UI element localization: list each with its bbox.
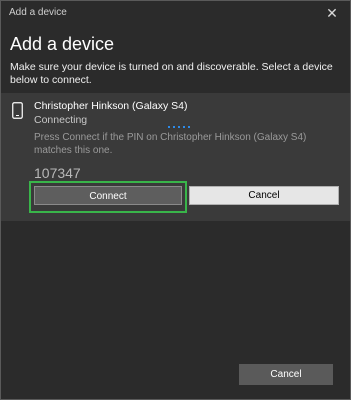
progress-dot: [188, 126, 190, 128]
device-status: Connecting: [34, 114, 88, 126]
progress-dot: [183, 126, 185, 128]
title-bar: Add a device ✕: [1, 1, 350, 25]
instruction-text: Make sure your device is turned on and d…: [10, 61, 333, 86]
cancel-button[interactable]: Cancel: [239, 364, 333, 385]
device-name: Christopher Hinkson (Galaxy S4): [34, 100, 188, 112]
close-icon[interactable]: ✕: [322, 3, 342, 23]
connect-button[interactable]: Connect: [34, 186, 182, 205]
phone-icon: [12, 102, 23, 119]
add-device-dialog: Add a device ✕ Add a device Make sure yo…: [0, 0, 351, 400]
page-title: Add a device: [10, 34, 115, 54]
pin-code: 107347: [34, 165, 81, 181]
progress-dot: [173, 126, 175, 128]
device-list-item[interactable]: Christopher Hinkson (Galaxy S4) Connecti…: [1, 93, 350, 221]
window-title: Add a device: [9, 7, 67, 18]
progress-dot: [168, 126, 170, 128]
progress-indicator: [168, 126, 194, 130]
progress-dot: [178, 126, 180, 128]
pin-message: Press Connect if the PIN on Christopher …: [34, 132, 307, 156]
cancel-pairing-button[interactable]: Cancel: [189, 186, 339, 205]
